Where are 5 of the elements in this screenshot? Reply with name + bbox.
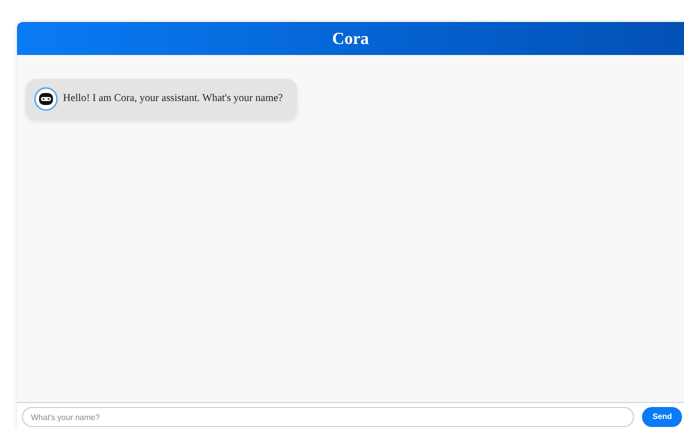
- message-input-field[interactable]: What's your name?: [22, 407, 634, 427]
- robot-avatar-icon: [34, 87, 58, 111]
- send-button[interactable]: Send: [642, 407, 682, 427]
- message-text: Hello! I am Cora, your assistant. What's your name?: [63, 92, 283, 106]
- chat-title: Cora: [332, 28, 369, 50]
